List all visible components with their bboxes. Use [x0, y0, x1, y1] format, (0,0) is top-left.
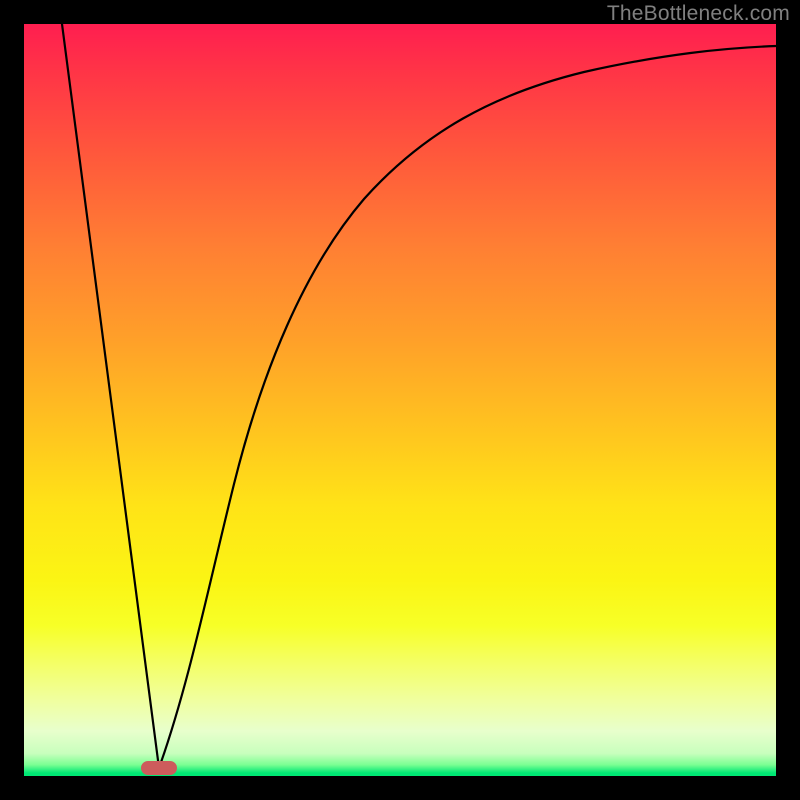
valley-marker — [141, 761, 177, 775]
plot-area — [24, 24, 776, 776]
bottleneck-curve — [62, 24, 776, 768]
chart-frame: TheBottleneck.com — [0, 0, 800, 800]
curve-layer — [24, 24, 776, 776]
watermark-text: TheBottleneck.com — [607, 2, 790, 26]
